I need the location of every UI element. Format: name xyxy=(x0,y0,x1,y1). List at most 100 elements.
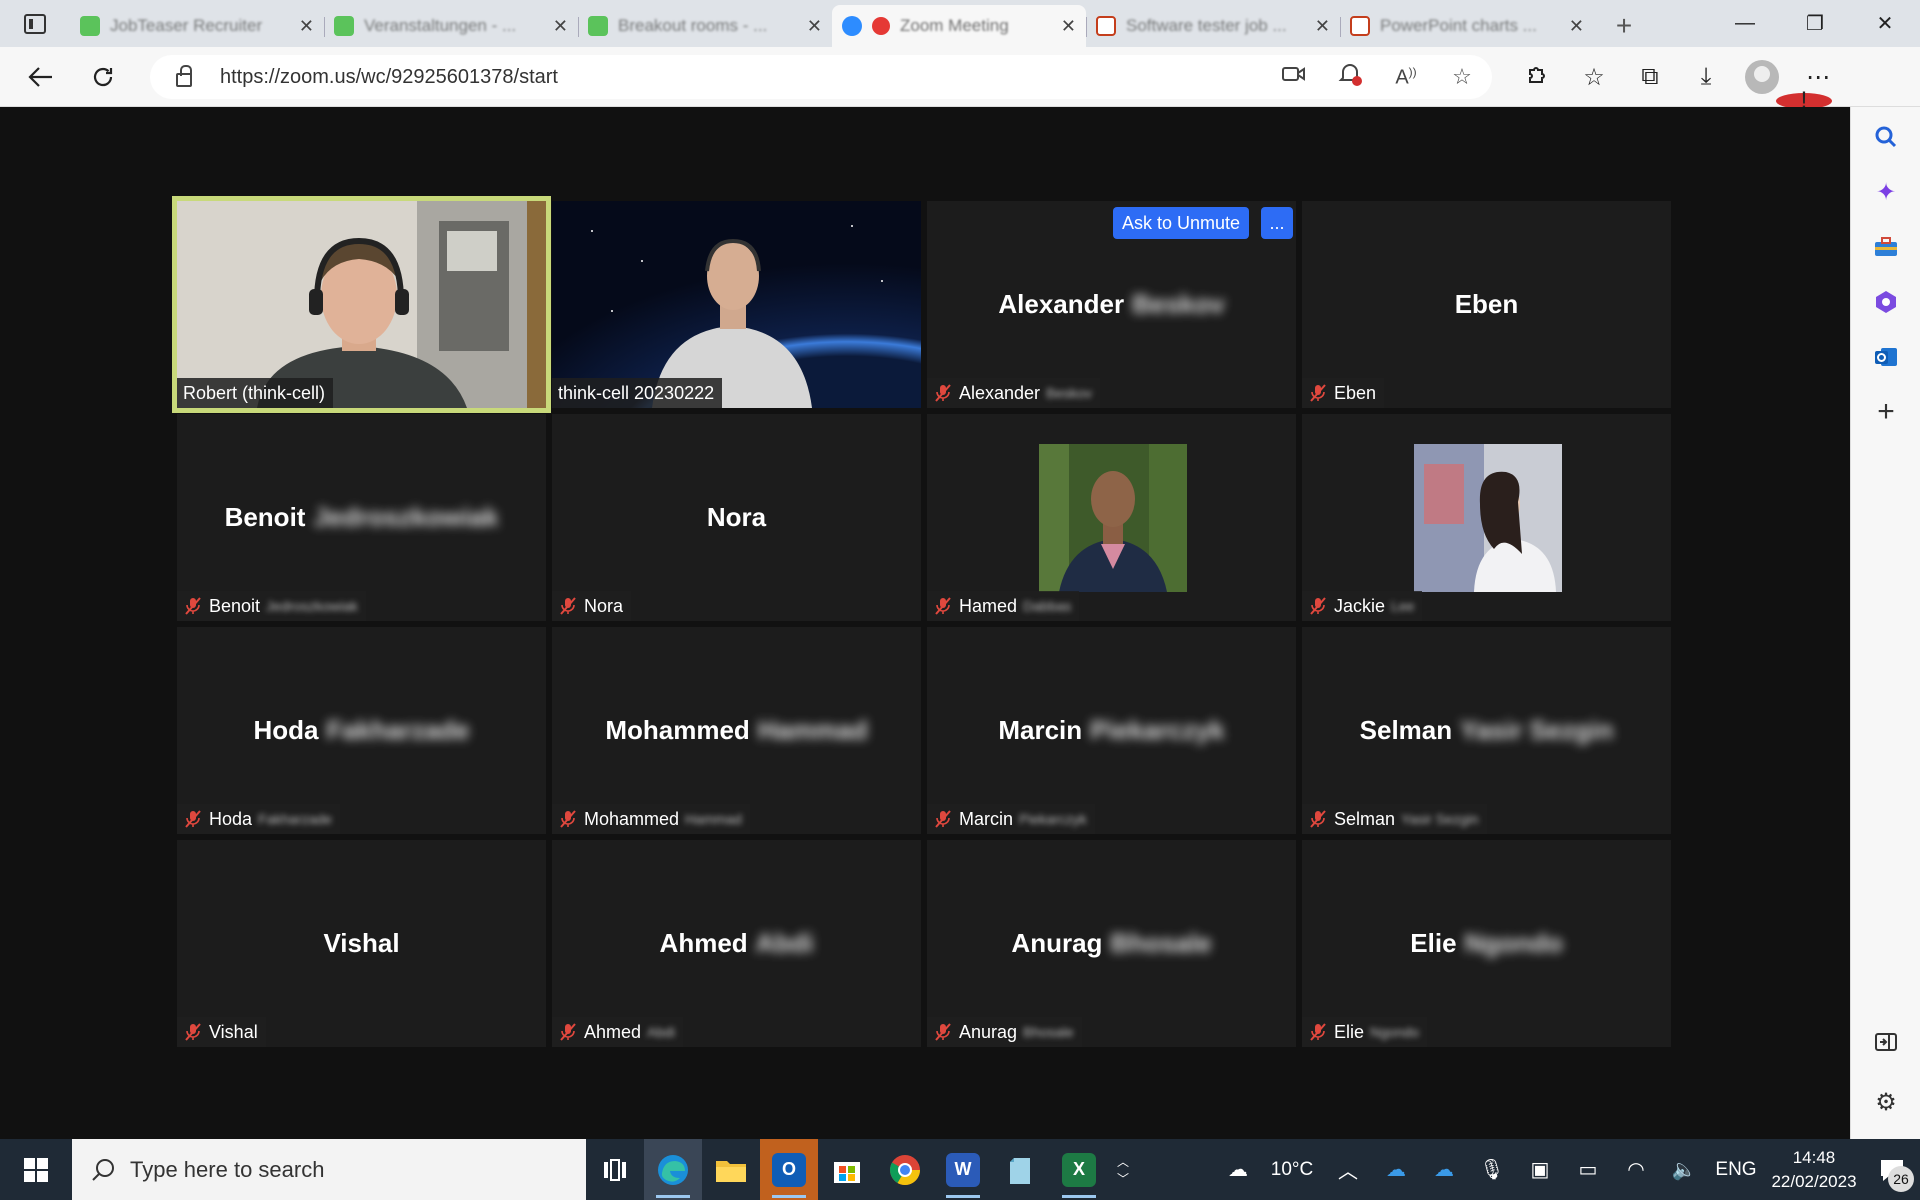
close-icon[interactable]: ✕ xyxy=(1061,16,1076,37)
close-icon[interactable]: ✕ xyxy=(807,16,822,37)
browser-toolbar: https://zoom.us/wc/92925601378/start A))… xyxy=(0,47,1920,112)
show-hidden-icons-chevron[interactable]: ︿ xyxy=(1324,1155,1372,1184)
collections-icon[interactable]: ⧉ xyxy=(1622,63,1678,91)
onedrive-icon[interactable]: ☁ xyxy=(1372,1157,1420,1182)
participant-tile[interactable]: think-cell 20230222 xyxy=(552,201,921,408)
participant-tile[interactable]: Ask to Unmute ... Alexander Beskov Alexa… xyxy=(927,201,1296,408)
back-arrow-icon xyxy=(28,66,52,87)
refresh-button[interactable] xyxy=(72,47,134,107)
edge-taskbar-button[interactable] xyxy=(644,1139,702,1200)
participant-last-name: Fakharzade xyxy=(258,811,332,827)
participant-tile[interactable]: Hamed Dabbas xyxy=(927,414,1296,621)
add-sidebar-app-icon[interactable]: + xyxy=(1851,387,1920,437)
volume-icon[interactable]: 🔈 xyxy=(1660,1157,1708,1182)
back-button[interactable] xyxy=(10,47,72,107)
tab-actions-button[interactable] xyxy=(0,0,70,47)
last-name: Jedroszkowiak xyxy=(313,502,499,532)
participant-tile[interactable]: Mohammed Hammad Mohammed Hammad xyxy=(552,627,921,834)
task-view-button[interactable] xyxy=(586,1139,644,1200)
mic-muted-icon xyxy=(933,596,953,616)
participant-tile[interactable]: Eben Eben xyxy=(1302,201,1671,408)
start-button[interactable] xyxy=(0,1139,72,1200)
participant-last-name: Jedroszkowiak xyxy=(266,598,358,614)
participant-tile[interactable]: Nora Nora xyxy=(552,414,921,621)
last-name: Fakharzade xyxy=(326,715,470,745)
lock-icon[interactable] xyxy=(176,65,192,87)
meet-now-icon[interactable]: ▣ xyxy=(1516,1157,1564,1182)
participant-tile[interactable]: Selman Yasir Sezgin Selman Yasir Sezgin xyxy=(1302,627,1671,834)
tools-icon[interactable] xyxy=(1851,222,1920,272)
more-menu-icon[interactable]: ⋯! xyxy=(1776,63,1846,112)
close-icon[interactable]: ✕ xyxy=(1569,16,1584,37)
camera-icon[interactable] xyxy=(1278,64,1310,90)
tab-title: Zoom Meeting xyxy=(900,16,1009,35)
sidebar-settings-icon[interactable]: ⚙ xyxy=(1851,1077,1920,1127)
wifi-icon[interactable]: ◠ xyxy=(1612,1157,1660,1182)
tab-breakout-rooms[interactable]: Breakout rooms - ... ✕ xyxy=(578,5,832,47)
weather-cloud-icon[interactable]: ☁ xyxy=(1216,1157,1260,1182)
participant-display-name: Elie Ngondo xyxy=(1302,840,1671,1047)
participant-tile[interactable]: Jackie Lee xyxy=(1302,414,1671,621)
address-bar-icons: A)) ☆ xyxy=(1278,55,1478,99)
mic-muted-icon xyxy=(558,809,578,829)
taskbar-scroll[interactable]: ︿ ﹀ xyxy=(1108,1139,1138,1200)
onedrive-business-icon[interactable]: ☁ xyxy=(1420,1157,1468,1182)
copilot-icon[interactable]: ✦ xyxy=(1851,167,1920,217)
url-text[interactable]: https://zoom.us/wc/92925601378/start xyxy=(220,66,558,89)
clock[interactable]: 14:48 22/02/2023 xyxy=(1764,1146,1864,1194)
participant-tile[interactable]: Ahmed Abdi Ahmed Abdi xyxy=(552,840,921,1047)
participant-tile[interactable]: Benoit Jedroszkowiak Benoit Jedroszkowia… xyxy=(177,414,546,621)
file-explorer-button[interactable] xyxy=(702,1139,760,1200)
microsoft-365-icon[interactable] xyxy=(1851,277,1920,327)
participant-tile[interactable]: Vishal Vishal xyxy=(177,840,546,1047)
participant-tile[interactable]: Anurag Bhosale Anurag Bhosale xyxy=(927,840,1296,1047)
clock-time: 14:48 xyxy=(1792,1147,1836,1167)
restore-button[interactable]: ❐ xyxy=(1780,0,1850,47)
profile-photo-man xyxy=(1039,444,1187,592)
participant-name: Elie xyxy=(1334,1021,1365,1042)
downloads-icon[interactable]: ⤓ xyxy=(1678,63,1734,91)
extensions-icon[interactable] xyxy=(1510,62,1566,93)
notification-center-button[interactable]: 26 xyxy=(1864,1139,1920,1200)
excel-taskbar-button[interactable]: X xyxy=(1050,1139,1108,1200)
last-name: Ngondo xyxy=(1464,928,1563,958)
close-icon[interactable]: ✕ xyxy=(299,16,314,37)
tab-zoom-meeting[interactable]: Zoom Meeting ✕ xyxy=(832,5,1086,47)
close-icon[interactable]: ✕ xyxy=(1315,16,1330,37)
chevron-down-icon[interactable]: ﹀ xyxy=(1117,1170,1129,1187)
notifications-blocked-icon[interactable] xyxy=(1334,61,1366,93)
new-tab-button[interactable]: + xyxy=(1594,5,1654,47)
participant-tile[interactable]: Robert (think-cell) xyxy=(172,196,551,413)
profile-avatar[interactable] xyxy=(1745,60,1779,94)
close-icon[interactable]: ✕ xyxy=(553,16,568,37)
weather-temperature[interactable]: 10°C xyxy=(1260,1159,1324,1181)
word-taskbar-button[interactable]: W xyxy=(934,1139,992,1200)
participant-tile[interactable]: Marcin Piekarczyk Marcin Piekarczyk xyxy=(927,627,1296,834)
taskbar-search[interactable]: Type here to search xyxy=(72,1139,586,1200)
search-icon[interactable] xyxy=(1851,112,1920,162)
add-favorite-icon[interactable]: ☆ xyxy=(1446,64,1478,90)
store-button[interactable] xyxy=(818,1139,876,1200)
participant-tile[interactable]: Hoda Fakharzade Hoda Fakharzade xyxy=(177,627,546,834)
hide-sidebar-icon[interactable] xyxy=(1851,1017,1920,1067)
tab-veranstaltungen[interactable]: Veranstaltungen - ... ✕ xyxy=(324,5,578,47)
tab-software-tester[interactable]: Software tester job ... ✕ xyxy=(1086,5,1340,47)
favorites-icon[interactable]: ☆ xyxy=(1566,63,1622,92)
notepad-button[interactable] xyxy=(992,1139,1050,1200)
participant-tile[interactable]: Elie Ngondo Elie Ngondo xyxy=(1302,840,1671,1047)
chrome-button[interactable] xyxy=(876,1139,934,1200)
name-tag: Anurag Bhosale xyxy=(927,1017,1082,1047)
outlook-icon[interactable] xyxy=(1851,332,1920,382)
read-aloud-icon[interactable]: A)) xyxy=(1390,65,1422,90)
chevron-up-icon[interactable]: ︿ xyxy=(1117,1153,1129,1170)
name-tag: Benoit Jedroszkowiak xyxy=(177,591,366,621)
tab-powerpoint-charts[interactable]: PowerPoint charts ... ✕ xyxy=(1340,5,1594,47)
tab-jobteaser[interactable]: JobTeaser Recruiter ✕ xyxy=(70,5,324,47)
battery-icon[interactable]: ▭ xyxy=(1564,1157,1612,1182)
input-language[interactable]: ENG xyxy=(1708,1159,1764,1181)
minimize-button[interactable]: — xyxy=(1710,0,1780,47)
outlook-taskbar-button[interactable]: O xyxy=(760,1139,818,1200)
close-window-button[interactable]: ✕ xyxy=(1850,0,1920,47)
microphone-icon[interactable]: 🎙 xyxy=(1468,1157,1516,1182)
address-bar[interactable]: https://zoom.us/wc/92925601378/start A))… xyxy=(150,55,1492,99)
